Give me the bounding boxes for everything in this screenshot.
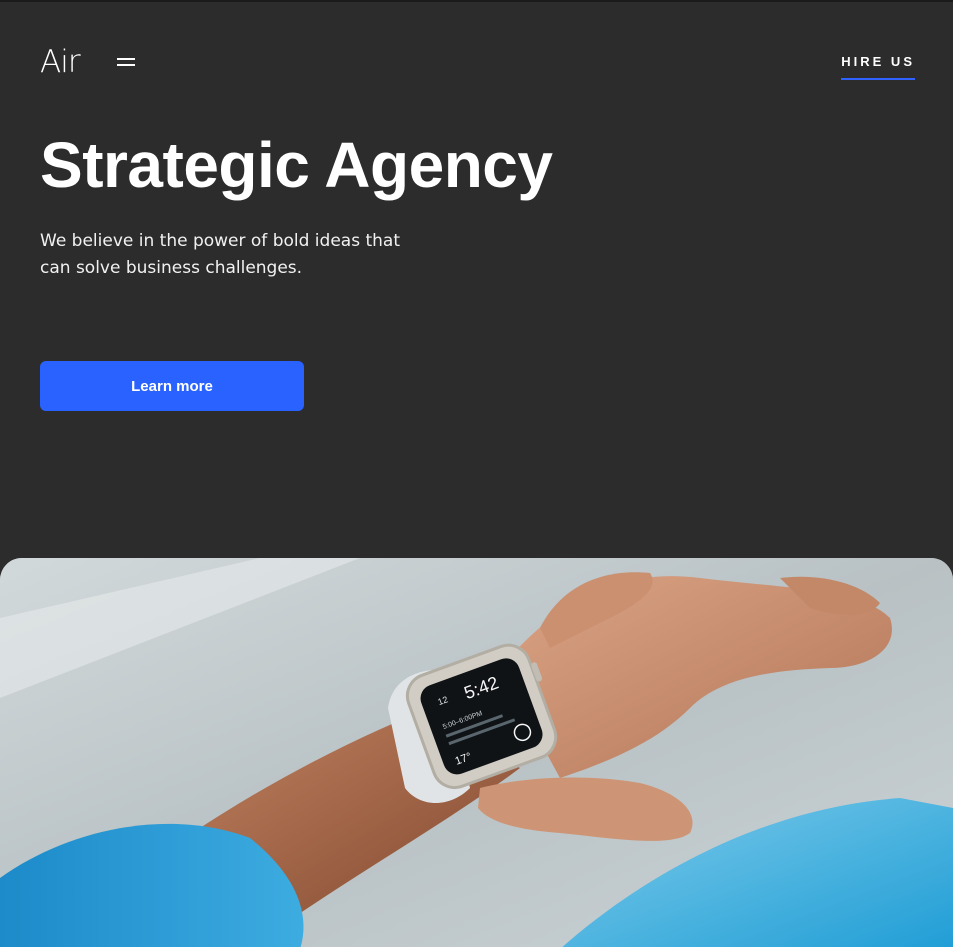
menu-line bbox=[117, 58, 135, 60]
hero-subtitle: We believe in the power of bold ideas th… bbox=[40, 231, 400, 278]
menu-line bbox=[117, 64, 135, 66]
hero-image-smartwatch: 12 5:42 5:00–6:00PM 17° bbox=[0, 558, 953, 947]
hero-title: Strategic Agency bbox=[40, 129, 553, 201]
hire-us-link[interactable]: HIRE US bbox=[841, 54, 915, 80]
logo[interactable]: Air bbox=[40, 42, 81, 82]
site-header: Air HIRE US bbox=[0, 2, 953, 112]
learn-more-button[interactable]: Learn more bbox=[40, 361, 304, 411]
smartwatch-photo: 12 5:42 5:00–6:00PM 17° bbox=[0, 558, 953, 947]
hamburger-icon[interactable] bbox=[113, 54, 139, 74]
